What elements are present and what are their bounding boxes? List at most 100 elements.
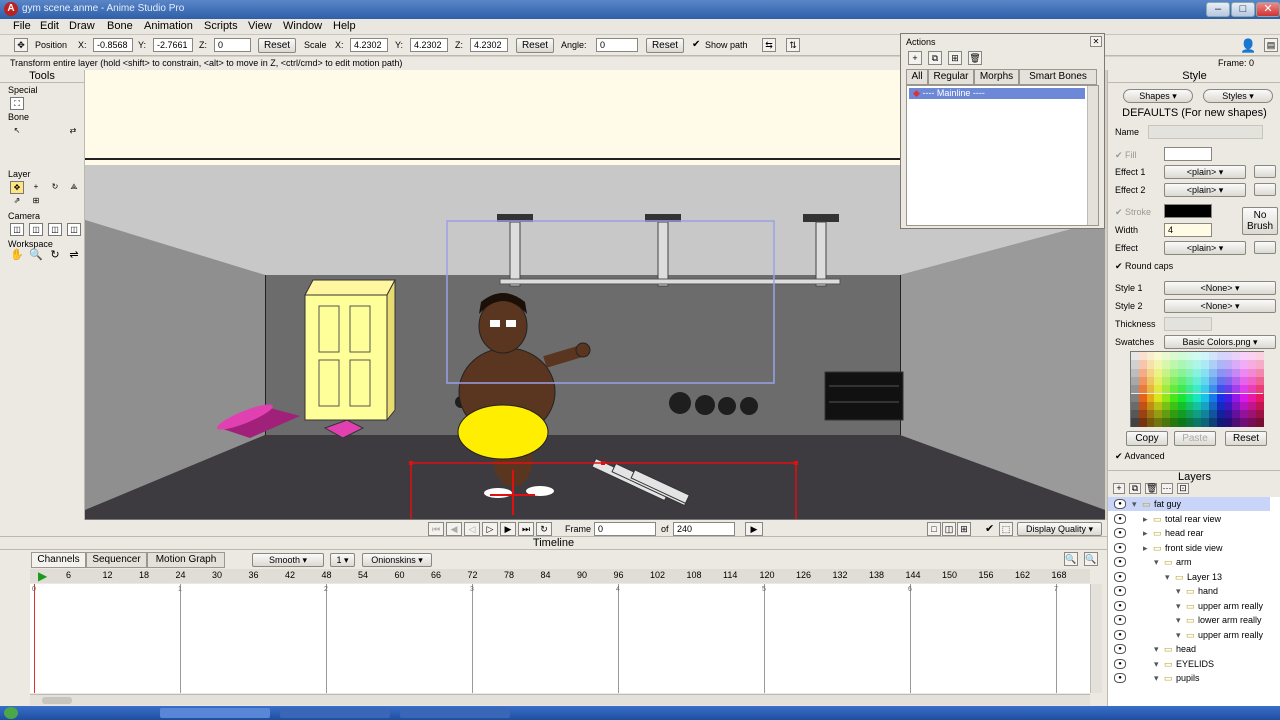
color-swatch[interactable] — [1193, 385, 1202, 394]
menu-window[interactable]: Window — [283, 20, 322, 32]
color-swatch[interactable] — [1170, 385, 1178, 394]
eye-icon[interactable]: ● — [1114, 557, 1126, 567]
color-swatch[interactable] — [1131, 418, 1139, 427]
color-swatch[interactable] — [1193, 376, 1202, 386]
scale-reset-button[interactable]: Reset — [516, 38, 554, 53]
color-swatch[interactable] — [1177, 401, 1186, 411]
rotate-workspace-icon[interactable]: ↻ — [48, 250, 62, 263]
layer-row[interactable]: ● ▾ ▭ hand — [1108, 584, 1270, 598]
rewind-icon[interactable]: ⏮ — [428, 522, 444, 536]
menu-draw[interactable]: Draw — [69, 20, 95, 32]
color-swatch[interactable] — [1177, 368, 1186, 377]
actions-tab-smart-bones[interactable]: Smart Bones — [1019, 69, 1097, 85]
timeline-vertical-scrollbar[interactable] — [1090, 584, 1102, 693]
effect-dropdown[interactable]: <plain> ▾ — [1164, 241, 1246, 255]
layer-row[interactable]: ● ▸ ▭ head rear — [1108, 526, 1270, 540]
color-swatch[interactable] — [1255, 393, 1264, 402]
color-swatch[interactable] — [1177, 376, 1186, 386]
color-swatch[interactable] — [1209, 393, 1217, 402]
color-swatch[interactable] — [1201, 376, 1209, 386]
color-swatch[interactable] — [1248, 360, 1256, 369]
eye-icon[interactable]: ● — [1114, 673, 1126, 683]
color-swatch[interactable] — [1131, 385, 1139, 394]
interpolation-dropdown[interactable]: Smooth ▾ — [252, 553, 324, 567]
color-swatch[interactable] — [1209, 352, 1217, 361]
render-icon[interactable]: ▶ — [745, 522, 763, 536]
color-swatch[interactable] — [1240, 376, 1248, 386]
effect-options-button[interactable] — [1254, 241, 1276, 254]
color-swatch[interactable] — [1138, 385, 1147, 394]
zoom-in-icon[interactable]: 🔍 — [1064, 552, 1078, 566]
style2-dropdown[interactable]: <None> ▾ — [1164, 299, 1276, 313]
color-swatch[interactable] — [1146, 352, 1155, 361]
zoom-tool-icon[interactable]: 🔍 — [29, 250, 43, 263]
eye-icon[interactable]: ● — [1114, 571, 1126, 582]
close-icon[interactable]: ✕ — [1090, 36, 1102, 47]
color-swatch[interactable] — [1224, 393, 1233, 402]
display-quality-dropdown[interactable]: Display Quality ▾ — [1017, 522, 1102, 536]
onionskins-dropdown[interactable]: Onionskins ▾ — [362, 553, 432, 567]
layer-row[interactable]: ● ▾ ▭ fat guy — [1108, 497, 1270, 511]
insert-action-icon[interactable]: ⊞ — [948, 51, 962, 65]
antialias-checkbox[interactable]: ✔ — [985, 522, 994, 535]
color-swatch[interactable] — [1185, 418, 1194, 427]
set-origin-icon[interactable]: + — [29, 181, 43, 194]
color-swatch[interactable] — [1162, 418, 1170, 427]
tab-sequencer[interactable]: Sequencer — [86, 552, 147, 568]
angle-reset-button[interactable]: Reset — [646, 38, 684, 53]
color-swatch[interactable] — [1240, 368, 1248, 377]
actions-tab-regular[interactable]: Regular — [928, 69, 974, 85]
color-swatch[interactable] — [1232, 401, 1241, 411]
color-swatch[interactable] — [1209, 360, 1217, 369]
color-swatch[interactable] — [1240, 401, 1248, 411]
user-icon[interactable]: 👤 — [1240, 38, 1256, 54]
color-swatch[interactable] — [1255, 410, 1264, 419]
new-layer-icon[interactable]: + — [1113, 483, 1125, 494]
color-swatch[interactable] — [1154, 385, 1163, 394]
eye-icon[interactable]: ● — [1114, 644, 1126, 654]
color-swatch[interactable] — [1201, 401, 1209, 411]
thickness-field[interactable] — [1164, 317, 1212, 331]
color-swatch[interactable] — [1224, 352, 1233, 361]
bone-strength-icon[interactable]: ⇄ — [66, 125, 80, 138]
color-swatch[interactable] — [1146, 376, 1155, 386]
color-swatch[interactable] — [1232, 410, 1241, 419]
color-swatch[interactable] — [1185, 368, 1194, 377]
actions-tab-all[interactable]: All — [906, 69, 928, 85]
styles-dropdown[interactable]: Styles ▾ — [1203, 89, 1273, 103]
color-swatch[interactable] — [1201, 410, 1209, 419]
duplicate-action-icon[interactable]: ⧉ — [928, 51, 942, 65]
layer-lock-icon[interactable]: ⊡ — [1177, 483, 1189, 494]
expand-arrow-icon[interactable]: ▾ — [1154, 657, 1159, 671]
color-swatch[interactable] — [1131, 368, 1139, 377]
color-swatch[interactable] — [1193, 393, 1202, 402]
color-swatch[interactable] — [1162, 385, 1170, 394]
step-forward-icon[interactable]: ▶ — [500, 522, 516, 536]
color-swatch[interactable] — [1154, 368, 1163, 377]
color-swatch[interactable] — [1170, 401, 1178, 411]
effect1-options-button[interactable] — [1254, 165, 1276, 178]
actions-scrollbar[interactable] — [1087, 86, 1098, 225]
layer-settings-icon[interactable]: ⋯ — [1161, 483, 1173, 494]
position-z-field[interactable]: 0 — [214, 38, 251, 52]
color-swatch[interactable] — [1255, 360, 1264, 369]
expand-arrow-icon[interactable]: ▾ — [1176, 613, 1181, 627]
color-swatch[interactable] — [1154, 401, 1163, 411]
eye-icon[interactable]: ● — [1114, 513, 1126, 524]
color-swatch[interactable] — [1224, 360, 1233, 369]
color-swatch[interactable] — [1162, 410, 1170, 419]
show-path-checkbox[interactable]: ✔ — [692, 39, 700, 50]
color-swatch[interactable] — [1138, 410, 1147, 419]
color-swatch[interactable] — [1138, 368, 1147, 377]
color-swatch[interactable] — [1146, 393, 1155, 402]
eye-icon[interactable]: ● — [1114, 615, 1126, 625]
eye-icon[interactable]: ● — [1114, 528, 1126, 538]
eye-icon[interactable]: ● — [1114, 542, 1126, 553]
color-swatch[interactable] — [1185, 410, 1194, 419]
new-action-icon[interactable]: + — [908, 51, 922, 65]
color-swatch[interactable] — [1209, 376, 1217, 386]
expand-arrow-icon[interactable]: ▾ — [1132, 497, 1137, 511]
width-field[interactable]: 4 — [1164, 223, 1212, 237]
color-swatch[interactable] — [1201, 352, 1209, 361]
color-swatch[interactable] — [1255, 376, 1264, 386]
